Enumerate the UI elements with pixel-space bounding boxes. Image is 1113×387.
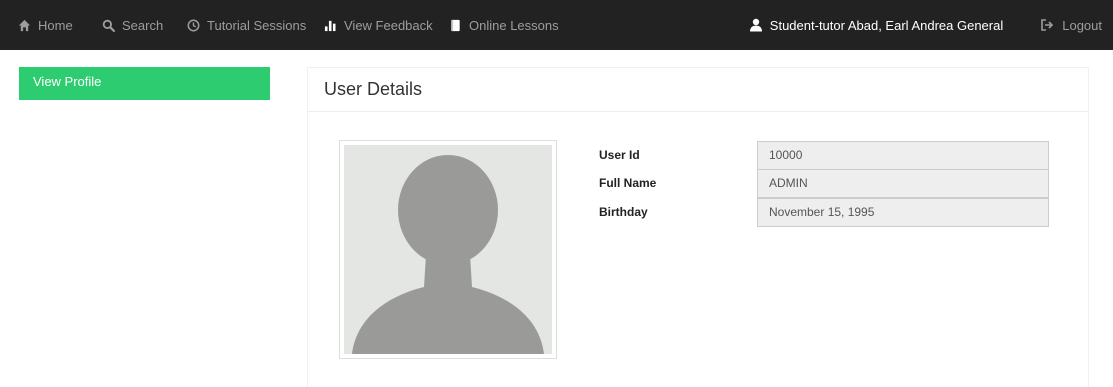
avatar-placeholder-icon	[344, 145, 552, 354]
user-id-field: 10000	[757, 141, 1049, 170]
bar-chart-icon	[323, 18, 337, 32]
birthday-field: November 15, 1995	[757, 198, 1049, 227]
nav-home-link[interactable]: Home	[17, 0, 101, 50]
nav-home-label: Home	[38, 17, 73, 33]
logout-icon	[1040, 18, 1054, 32]
nav-view-feedback-link[interactable]: View Feedback	[323, 0, 448, 50]
nav-tutorial-sessions-label: Tutorial Sessions	[207, 17, 307, 33]
nav-view-feedback-label: View Feedback	[344, 17, 433, 33]
full-name-field: ADMIN	[757, 169, 1049, 198]
panel-heading: User Details	[308, 68, 1088, 112]
page-title: User Details	[324, 79, 423, 99]
home-icon	[17, 18, 31, 32]
top-navbar: Home Search Tutorial Sessions View Feedb…	[0, 0, 1113, 50]
avatar	[339, 140, 557, 359]
sidebar: View Profile	[19, 67, 270, 100]
user-details-panel: User Details User Id 10000 Full Name ADM…	[307, 67, 1089, 387]
nav-search-link[interactable]: Search	[101, 0, 186, 50]
nav-logout-link[interactable]: Logout	[1040, 18, 1102, 33]
sidebar-item-view-profile[interactable]: View Profile	[19, 67, 270, 100]
birthday-label: Birthday	[599, 205, 648, 219]
user-id-label: User Id	[599, 148, 640, 162]
clock-icon	[186, 18, 200, 32]
nav-user-link[interactable]: Student-tutor Abad, Earl Andrea General	[749, 18, 1003, 33]
nav-menu: Home Search Tutorial Sessions View Feedb…	[0, 0, 568, 50]
nav-online-lessons-link[interactable]: Online Lessons	[448, 0, 568, 50]
user-icon	[749, 18, 763, 32]
nav-logout-label: Logout	[1062, 17, 1102, 33]
search-icon	[101, 18, 115, 32]
nav-search-label: Search	[122, 17, 164, 33]
nav-right-group: Student-tutor Abad, Earl Andrea General …	[749, 0, 1113, 50]
nav-tutorial-sessions-link[interactable]: Tutorial Sessions	[186, 0, 323, 50]
full-name-label: Full Name	[599, 176, 657, 190]
nav-user-label: Student-tutor Abad, Earl Andrea General	[769, 17, 1004, 33]
book-icon	[448, 18, 462, 32]
nav-online-lessons-label: Online Lessons	[469, 17, 559, 33]
